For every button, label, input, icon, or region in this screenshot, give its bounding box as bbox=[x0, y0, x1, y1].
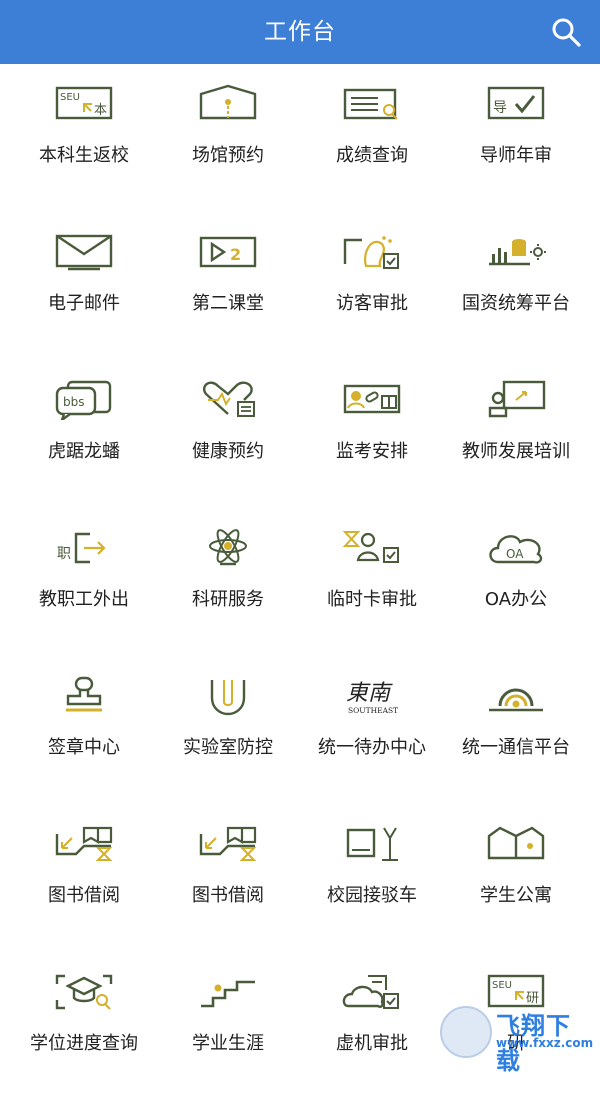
app-tile[interactable]: 学生公寓 bbox=[444, 804, 588, 952]
bbs-icon: bbs bbox=[54, 380, 114, 424]
app-tile[interactable]: 临时卡审批 bbox=[300, 508, 444, 656]
app-label: 临时卡审批 bbox=[327, 589, 417, 610]
health-icon bbox=[198, 380, 258, 420]
app-label: 监考安排 bbox=[336, 441, 408, 462]
app-tile[interactable]: 电子邮件 bbox=[12, 212, 156, 360]
communication-icon bbox=[486, 676, 546, 716]
tutor-review-icon: 导 bbox=[486, 84, 546, 124]
top-bar: 工作台 bbox=[0, 0, 600, 64]
app-tile[interactable]: 签章中心 bbox=[12, 656, 156, 804]
app-label: 实验室防控 bbox=[183, 737, 273, 758]
page-title: 工作台 bbox=[264, 19, 336, 45]
app-label: 国资统筹平台 bbox=[462, 293, 570, 314]
svg-text:OA: OA bbox=[506, 547, 524, 561]
app-label: 学业生涯 bbox=[192, 1033, 264, 1054]
app-tile[interactable]: 图书借阅 bbox=[156, 804, 300, 952]
app-tile[interactable]: 实验室防控 bbox=[156, 656, 300, 804]
grades-icon bbox=[342, 84, 402, 124]
app-label: 科研服务 bbox=[192, 589, 264, 610]
svg-text:SEU: SEU bbox=[60, 92, 80, 103]
app-grid: SEU 本本科生返校 场馆预约 成绩查询 导 导师年审 电子邮件 2 第二课堂 bbox=[12, 64, 588, 1100]
temp-card-icon bbox=[342, 528, 402, 568]
svg-text:导: 导 bbox=[493, 100, 507, 116]
app-label: 健康预约 bbox=[192, 441, 264, 462]
dorm-icon bbox=[486, 824, 546, 864]
library-icon bbox=[54, 824, 114, 864]
app-tile[interactable]: 学位进度查询 bbox=[12, 952, 156, 1100]
app-label: 学位进度查询 bbox=[30, 1033, 138, 1054]
southeast-logo-icon: 東南 SOUTHEAST bbox=[342, 676, 402, 716]
lab-icon bbox=[198, 676, 258, 716]
app-tile[interactable]: 访客审批 bbox=[300, 212, 444, 360]
app-tile[interactable]: 科研服务 bbox=[156, 508, 300, 656]
search-icon[interactable] bbox=[550, 16, 582, 48]
app-label: 教职工外出 bbox=[39, 589, 129, 610]
svg-text:职: 职 bbox=[57, 546, 71, 562]
svg-text:本: 本 bbox=[94, 103, 107, 118]
app-label: 虎踞龙蟠 bbox=[48, 441, 120, 462]
app-label: 教师发展培训 bbox=[462, 441, 570, 462]
app-label: 电子邮件 bbox=[48, 293, 120, 314]
app-tile[interactable]: bbs 虎踞龙蟠 bbox=[12, 360, 156, 508]
app-tile[interactable]: 東南 SOUTHEAST 统一待办中心 bbox=[300, 656, 444, 804]
app-label: 图书借阅 bbox=[48, 885, 120, 906]
venue-icon bbox=[198, 84, 258, 124]
assets-platform-icon bbox=[486, 232, 546, 272]
app-tile[interactable]: 图书借阅 bbox=[12, 804, 156, 952]
app-tile[interactable]: 统一通信平台 bbox=[444, 656, 588, 804]
app-label: 统一通信平台 bbox=[462, 737, 570, 758]
app-label: 学生公寓 bbox=[480, 885, 552, 906]
library-icon bbox=[198, 824, 258, 864]
degree-progress-icon bbox=[54, 972, 114, 1012]
watermark: 飞翔下载 www.fxxz.com bbox=[436, 1002, 593, 1075]
app-label: 场馆预约 bbox=[192, 145, 264, 166]
app-label: 统一待办中心 bbox=[318, 737, 426, 758]
app-tile[interactable]: 2 第二课堂 bbox=[156, 212, 300, 360]
career-icon bbox=[198, 972, 258, 1012]
app-label: 虚机审批 bbox=[336, 1033, 408, 1054]
app-label: 成绩查询 bbox=[336, 145, 408, 166]
oa-cloud-icon: OA bbox=[486, 528, 546, 568]
app-label: 本科生返校 bbox=[39, 145, 129, 166]
app-tile[interactable]: 虚机审批 bbox=[300, 952, 444, 1100]
teacher-training-icon bbox=[486, 380, 546, 420]
app-tile[interactable]: 健康预约 bbox=[156, 360, 300, 508]
app-tile[interactable]: 成绩查询 bbox=[300, 64, 444, 212]
vm-approval-icon bbox=[342, 972, 402, 1012]
svg-text:bbs: bbs bbox=[63, 395, 85, 409]
app-tile[interactable]: 场馆预约 bbox=[156, 64, 300, 212]
shuttle-icon bbox=[342, 824, 402, 864]
research-icon bbox=[198, 528, 258, 568]
app-tile[interactable]: 国资统筹平台 bbox=[444, 212, 588, 360]
app-label: OA办公 bbox=[484, 589, 548, 610]
svg-text:SOUTHEAST: SOUTHEAST bbox=[348, 706, 398, 715]
app-label: 校园接驳车 bbox=[327, 885, 417, 906]
second-class-icon: 2 bbox=[198, 232, 258, 272]
visitor-icon bbox=[342, 232, 402, 272]
app-tile[interactable]: 监考安排 bbox=[300, 360, 444, 508]
app-label: 导师年审 bbox=[480, 145, 552, 166]
app-tile[interactable]: 教师发展培训 bbox=[444, 360, 588, 508]
app-label: 签章中心 bbox=[48, 737, 120, 758]
app-tile[interactable]: OA OA办公 bbox=[444, 508, 588, 656]
app-label: 访客审批 bbox=[336, 293, 408, 314]
svg-text:2: 2 bbox=[230, 245, 241, 264]
app-tile[interactable]: SEU 本本科生返校 bbox=[12, 64, 156, 212]
stamp-icon bbox=[54, 676, 114, 716]
app-tile[interactable]: 校园接驳车 bbox=[300, 804, 444, 952]
seu-return-icon: SEU 本 bbox=[54, 84, 114, 124]
mail-icon bbox=[54, 232, 114, 272]
app-tile[interactable]: 导 导师年审 bbox=[444, 64, 588, 212]
app-label: 第二课堂 bbox=[192, 293, 264, 314]
watermark-logo-icon bbox=[440, 1006, 492, 1058]
invigilation-icon bbox=[342, 380, 402, 420]
app-label: 图书借阅 bbox=[192, 885, 264, 906]
app-tile[interactable]: 职 教职工外出 bbox=[12, 508, 156, 656]
staff-out-icon: 职 bbox=[54, 528, 114, 568]
app-tile[interactable]: 学业生涯 bbox=[156, 952, 300, 1100]
watermark-url: www.fxxz.com bbox=[496, 1036, 594, 1050]
svg-text:東南: 東南 bbox=[346, 681, 393, 706]
svg-text:SEU: SEU bbox=[492, 980, 512, 991]
